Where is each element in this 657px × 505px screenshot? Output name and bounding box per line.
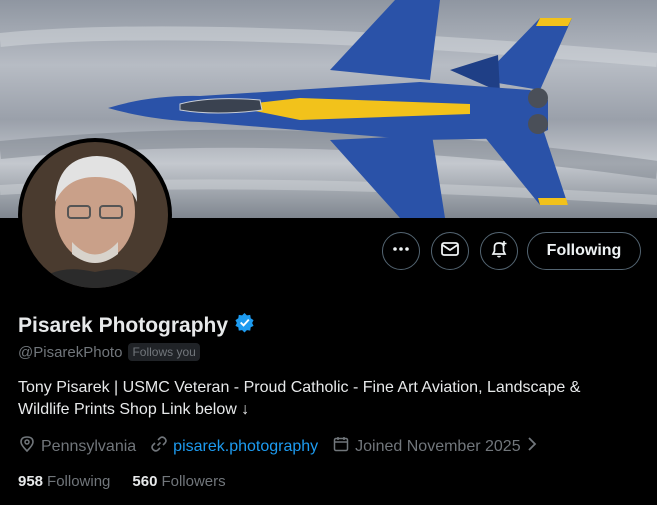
location-pin-icon xyxy=(18,435,36,458)
follows-you-badge: Follows you xyxy=(128,343,200,361)
handle-row: @PisarekPhoto Follows you xyxy=(18,343,200,361)
bio-line: Wildlife Prints Shop Link below ↓ xyxy=(18,401,250,418)
profile-name-row: Pisarek Photography xyxy=(18,312,255,339)
following-stat[interactable]: 958 Following xyxy=(18,473,110,490)
verified-badge-icon[interactable] xyxy=(234,312,255,339)
bio-line: Tony Pisarek | USMC Veteran - Proud Cath… xyxy=(18,379,581,396)
link-icon xyxy=(150,435,168,458)
message-button[interactable] xyxy=(431,232,469,270)
following-count: 958 xyxy=(18,473,44,490)
bell-plus-icon xyxy=(489,239,509,264)
followers-count: 560 xyxy=(132,473,158,490)
calendar-icon xyxy=(332,435,350,458)
more-dots-icon xyxy=(392,240,410,263)
followers-label: Followers xyxy=(161,473,226,490)
notifications-button[interactable] xyxy=(480,232,518,270)
joined-item[interactable]: Joined November 2025 xyxy=(332,435,537,458)
profile-avatar[interactable] xyxy=(18,138,172,292)
profile-bio: Tony Pisarek | USMC Veteran - Proud Cath… xyxy=(18,377,638,421)
envelope-icon xyxy=(440,239,460,264)
website-link[interactable]: pisarek.photography xyxy=(173,438,318,456)
profile-name: Pisarek Photography xyxy=(18,313,229,337)
avatar-photo xyxy=(22,142,168,288)
following-label: Following xyxy=(47,473,111,490)
location-item: Pennsylvania xyxy=(18,435,136,458)
profile-meta: Pennsylvania pisarek.photography Joined … xyxy=(18,435,552,458)
chevron-right-icon xyxy=(526,436,538,457)
followers-stat[interactable]: 560 Followers xyxy=(132,473,225,490)
following-button[interactable]: Following xyxy=(527,232,641,270)
location-text: Pennsylvania xyxy=(41,437,137,455)
website-item: pisarek.photography xyxy=(150,435,318,458)
more-options-button[interactable] xyxy=(382,232,420,270)
joined-text: Joined November 2025 xyxy=(355,437,521,455)
profile-handle: @PisarekPhoto xyxy=(18,343,123,361)
profile-stats: 958 Following 560 Followers xyxy=(18,473,248,490)
